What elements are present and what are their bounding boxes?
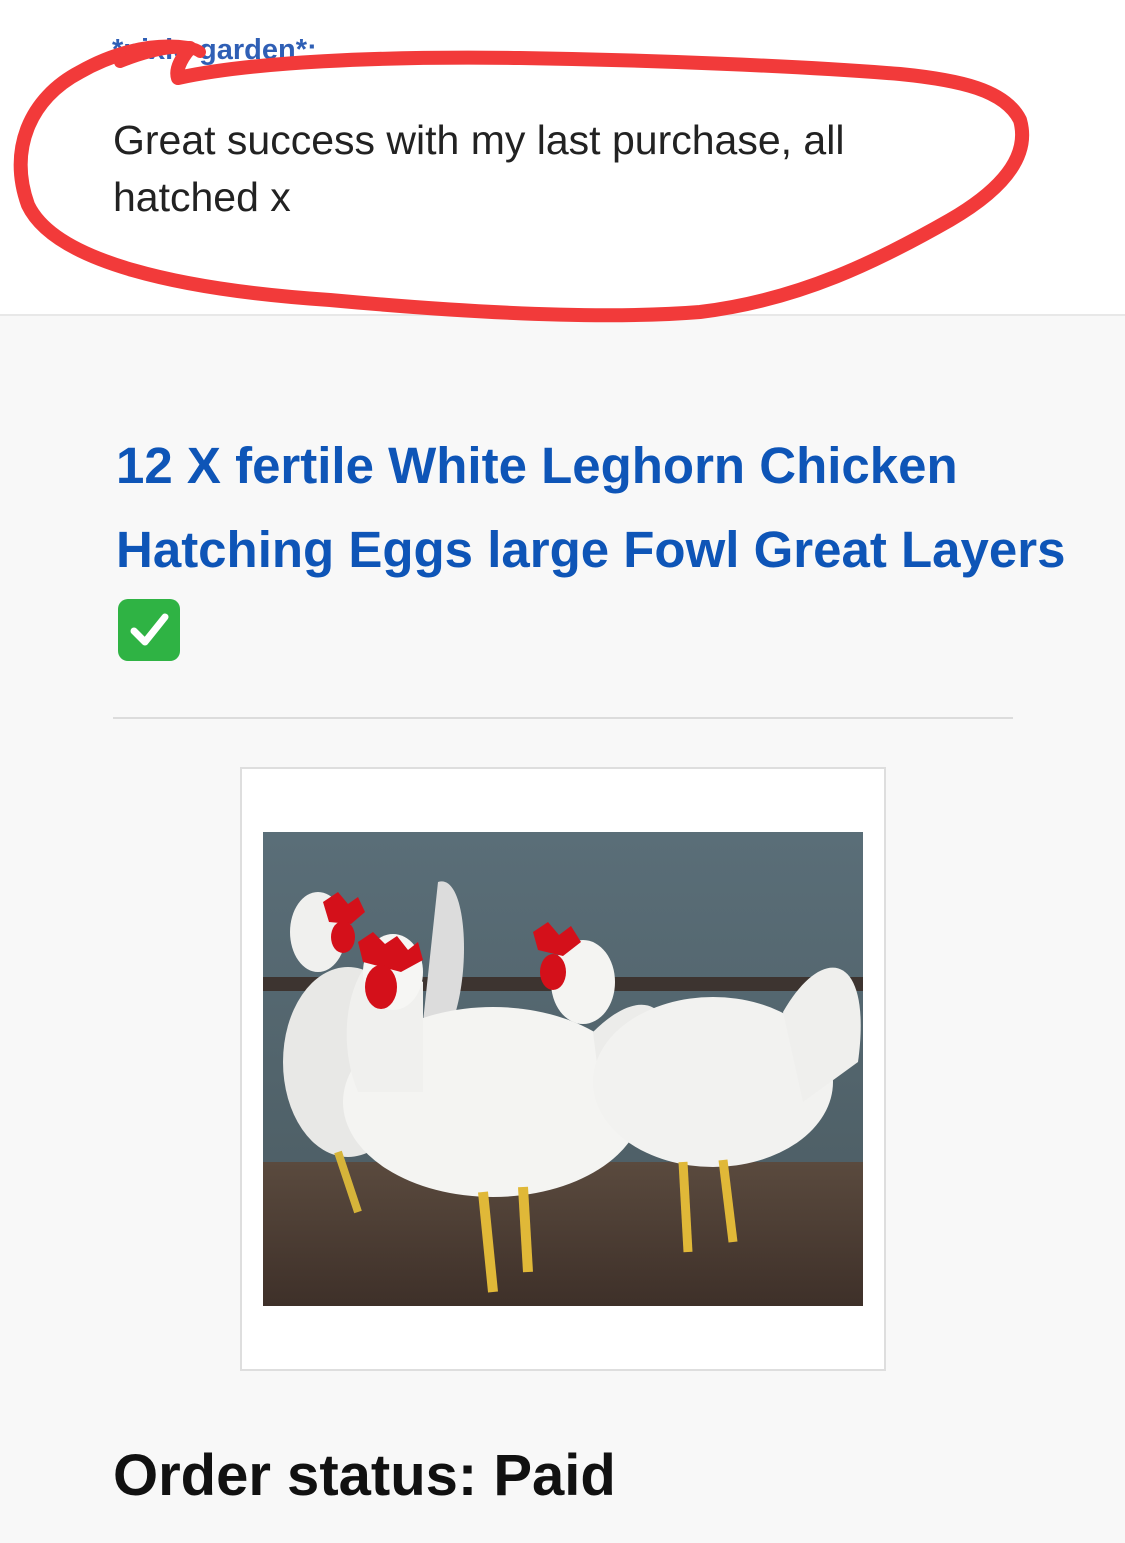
page: *pixie-garden*: Great success with my la… [0, 0, 1125, 1543]
divider [113, 717, 1013, 719]
item-title-text: 12 X fertile White Leghorn Chicken Hatch… [116, 437, 1066, 578]
item-photo [263, 832, 863, 1306]
item-title-link[interactable]: 12 X fertile White Leghorn Chicken Hatch… [116, 424, 1076, 676]
review-card: *pixie-garden*: Great success with my la… [0, 0, 1125, 316]
order-status: Order status: Paid [113, 1443, 616, 1508]
item-image-frame[interactable] [240, 767, 886, 1371]
review-username[interactable]: *pixie-garden*: [112, 34, 317, 67]
check-mark-button-icon [118, 599, 180, 661]
review-message: Great success with my last purchase, all… [113, 117, 845, 220]
